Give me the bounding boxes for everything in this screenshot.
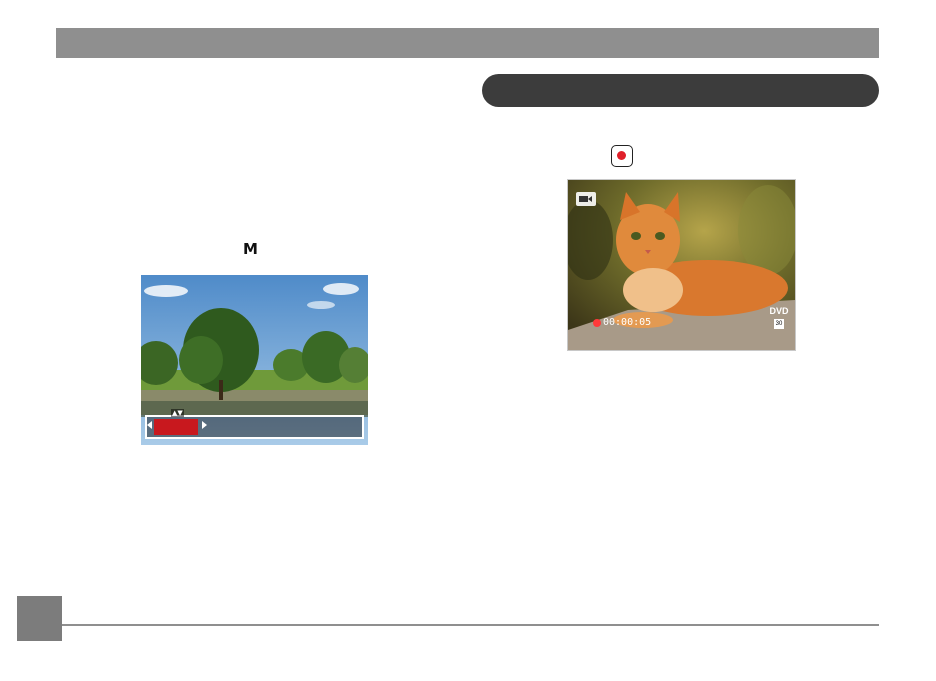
chapter-header-bar bbox=[56, 28, 879, 58]
up-down-arrows-icon: ▲▼ bbox=[171, 409, 184, 417]
wb-option[interactable] bbox=[209, 419, 249, 435]
video-quality-label: DVD bbox=[769, 306, 789, 316]
wb-option-selected[interactable] bbox=[154, 419, 198, 435]
left-arrow-icon[interactable] bbox=[147, 421, 152, 429]
recording-time: 00:00:05 bbox=[603, 317, 652, 328]
wb-option[interactable] bbox=[257, 419, 301, 435]
white-balance-screen: ▲▼ bbox=[141, 275, 368, 445]
record-button-icon bbox=[611, 145, 633, 167]
manual-mode-glyph: M bbox=[243, 240, 258, 258]
video-quality-badge: DVD 30 bbox=[768, 306, 790, 329]
video-camera-icon bbox=[576, 192, 596, 206]
section-heading-pill bbox=[482, 74, 879, 107]
wb-option[interactable] bbox=[312, 419, 360, 435]
footer-divider bbox=[62, 624, 879, 626]
recording-indicator-icon bbox=[593, 319, 601, 327]
right-arrow-icon[interactable] bbox=[202, 421, 207, 429]
video-recording-screen: 00:00:05 DVD 30 bbox=[567, 179, 796, 351]
video-fps-label: 30 bbox=[773, 319, 785, 329]
white-balance-option-bar[interactable]: ▲▼ bbox=[145, 409, 364, 439]
page-number-tab bbox=[17, 596, 62, 641]
